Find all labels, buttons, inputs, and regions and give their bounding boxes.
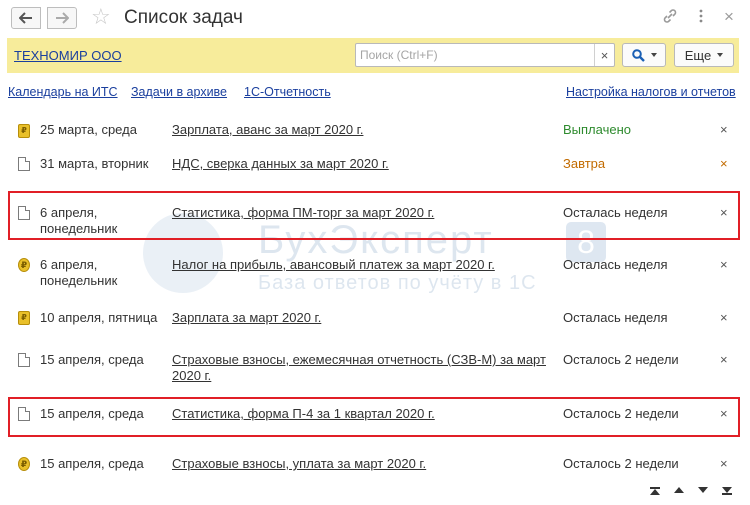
more-button-label: Еще [684, 47, 712, 63]
search-box: × [355, 43, 615, 67]
coin-icon: ₽ [18, 457, 30, 471]
coin-stack-icon: ₽ [18, 124, 30, 138]
document-icon [18, 407, 30, 421]
task-date: 10 апреля, пятница [40, 310, 158, 325]
task-date: 31 марта, вторник [40, 156, 149, 171]
more-button[interactable]: Еще [674, 43, 734, 67]
task-status: Осталось 2 недели [563, 456, 679, 471]
task-name-link[interactable]: НДС, сверка данных за март 2020 г. [172, 156, 552, 172]
chain-link-icon[interactable] [662, 8, 678, 29]
chevron-down-icon [650, 53, 657, 57]
coin-icon: ₽ [18, 258, 30, 272]
tax-settings-link[interactable]: Настройка налогов и отчетов [566, 85, 736, 99]
task-name-link[interactable]: Зарплата, аванс за март 2020 г. [172, 122, 552, 138]
chevron-down-icon [717, 53, 724, 57]
document-icon [18, 206, 30, 220]
search-input[interactable] [356, 44, 594, 66]
star-icon[interactable]: ☆ [91, 4, 111, 30]
task-date: 6 апреля, понедельник [40, 205, 118, 236]
task-close-button[interactable]: × [720, 156, 728, 172]
scroll-bottom-button[interactable] [722, 487, 732, 495]
bar-icon [722, 493, 732, 495]
arrow-up-icon [674, 487, 684, 493]
document-icon [18, 353, 30, 367]
page-title: Список задач [124, 7, 243, 28]
task-date: 15 апреля, среда [40, 352, 144, 367]
vertical-dots-icon[interactable] [698, 8, 704, 29]
task-close-button[interactable]: × [720, 310, 728, 326]
arrow-right-icon [56, 12, 69, 24]
reporting-link[interactable]: 1С-Отчетность [244, 85, 331, 99]
task-status: Осталась неделя [563, 310, 668, 325]
organization-toolbar: ТЕХНОМИР ООО × Еще [7, 38, 739, 73]
scroll-up-button[interactable] [674, 487, 684, 495]
organization-link[interactable]: ТЕХНОМИР ООО [14, 48, 122, 63]
task-status: Осталось 2 недели [563, 352, 679, 367]
watermark-subtitle: База ответов по учёту в 1С [258, 272, 537, 294]
task-close-button[interactable]: × [720, 122, 728, 138]
title-bar: ☆ Список задач × [0, 0, 750, 36]
back-button[interactable] [11, 7, 41, 29]
task-name-link[interactable]: Зарплата за март 2020 г. [172, 310, 552, 326]
task-close-button[interactable]: × [720, 352, 728, 368]
arrow-up-icon [650, 489, 660, 495]
task-date: 15 апреля, среда [40, 406, 144, 421]
task-name-link[interactable]: Статистика, форма ПМ-торг за март 2020 г… [172, 205, 552, 221]
task-date: 6 апреля, понедельник [40, 257, 118, 288]
task-status: Выплачено [563, 122, 631, 137]
coin-stack-icon: ₽ [18, 311, 30, 325]
forward-button[interactable] [47, 7, 77, 29]
task-close-button[interactable]: × [720, 406, 728, 422]
scroll-top-button[interactable] [650, 487, 660, 495]
close-window-button[interactable]: × [724, 8, 734, 26]
task-status: Осталась неделя [563, 205, 668, 220]
arrow-down-icon [698, 487, 708, 493]
find-button[interactable] [622, 43, 666, 67]
task-name-link[interactable]: Страховые взносы, уплата за март 2020 г. [172, 456, 552, 472]
scroll-down-button[interactable] [698, 487, 708, 495]
task-close-button[interactable]: × [720, 456, 728, 472]
calendar-link[interactable]: Календарь на ИТС [8, 85, 118, 99]
task-name-link[interactable]: Статистика, форма П-4 за 1 квартал 2020 … [172, 406, 552, 422]
search-clear-button[interactable]: × [594, 44, 614, 66]
task-close-button[interactable]: × [720, 205, 728, 221]
task-date: 25 марта, среда [40, 122, 137, 137]
task-status: Осталась неделя [563, 257, 668, 272]
task-status: Завтра [563, 156, 606, 171]
arrow-left-icon [19, 12, 32, 24]
magnifier-icon [631, 48, 645, 62]
task-name-link[interactable]: Страховые взносы, ежемесячная отчетность… [172, 352, 552, 384]
task-close-button[interactable]: × [720, 257, 728, 273]
archive-link[interactable]: Задачи в архиве [131, 85, 227, 99]
task-date: 15 апреля, среда [40, 456, 144, 471]
task-status: Осталось 2 недели [563, 406, 679, 421]
document-icon [18, 157, 30, 171]
task-name-link[interactable]: Налог на прибыль, авансовый платеж за ма… [172, 257, 552, 273]
